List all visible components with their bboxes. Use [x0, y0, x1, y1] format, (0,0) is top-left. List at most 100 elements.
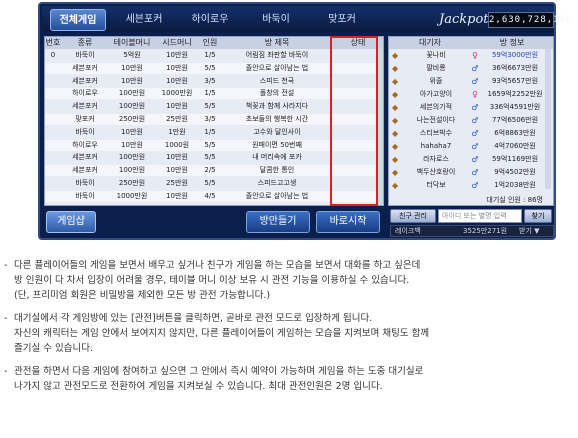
tab-baduki[interactable]: 바둑이: [248, 9, 304, 31]
column-header: 테이블머니: [113, 38, 151, 47]
room-table: 10만원: [121, 63, 143, 72]
tab-high-low[interactable]: 하이로우: [182, 9, 238, 31]
jackpot-label: Jackpot: [439, 12, 489, 27]
user-level-icon: ◆: [392, 77, 399, 86]
user-level-icon: ◆: [392, 90, 399, 99]
tab-all-games[interactable]: 전체게임: [50, 9, 106, 31]
make-room-button[interactable]: 방만들기: [246, 211, 310, 233]
room-people: 3/5: [204, 115, 216, 123]
user-nickname: 터닥보: [426, 181, 446, 189]
status-money: 3525만271원: [463, 227, 508, 235]
room-kind: 세븐포커: [72, 102, 98, 111]
list-item[interactable]: ◆ 터닥보 ♂ 1억2038만원: [389, 180, 553, 191]
list-item[interactable]: ◆ 백두산호랑이 ♂ 9억4502만원: [389, 167, 553, 178]
room-seed: 1000원: [164, 140, 190, 149]
user-level-icon: ◆: [392, 142, 399, 151]
user-nickname: 아가고양이: [419, 90, 453, 98]
room-people: 3/5: [204, 76, 216, 85]
room-title: 어림짐 좌판할 바둑이: [245, 51, 309, 59]
list-item[interactable]: ◆ 나는전설이다 ♂ 77억6506만원: [389, 115, 553, 126]
note-line: 나가지 않고 관전모드로 전환하여 게임을 지켜보실 수 있습니다. 최대 관전…: [14, 381, 383, 392]
room-kind: 하이로우: [72, 140, 98, 149]
receive-button[interactable]: 받기 ▼: [519, 226, 540, 236]
note-item: - 관전을 하면서 다음 게임에 참여하고 싶으면 그 안에서 즉시 예약이 가…: [4, 364, 576, 394]
room-kind: 하이로우: [72, 89, 98, 98]
friend-search-input[interactable]: 아이디 또는 별명 입력: [438, 209, 522, 223]
list-item[interactable]: ◆ 세븐의기적 ♂ 336억4591만원: [389, 102, 553, 113]
search-button[interactable]: 찾기: [524, 209, 552, 223]
list-item[interactable]: ◆ 아가고양이 ♀ 1659억2252만원: [389, 89, 553, 100]
user-money: 9억4502만원: [494, 168, 536, 176]
game-shop-button[interactable]: 게임샵: [46, 211, 96, 233]
room-table: 1000만원: [116, 191, 148, 200]
room-seed: 1000만원: [161, 89, 193, 98]
list-item[interactable]: ◆ 팔비룡 ♂ 36억6673만원: [389, 63, 553, 74]
note-line: (단, 프리미엄 회원은 비밀방을 제외한 모든 방 관전 가능합니다.): [14, 290, 271, 301]
room-table: 250만원: [118, 115, 146, 123]
list-item[interactable]: ◆ 위즐 ♂ 93억5657만원: [389, 76, 553, 87]
column-header: 인원: [202, 38, 218, 47]
note-line: 자신의 캐릭터는 게임 안에서 보여지지 않지만, 다른 플레이어들이 게임하는…: [14, 328, 430, 339]
list-item[interactable]: ◆ 라자로스 ♂ 59억1169만원: [389, 154, 553, 165]
tab-seven-poker[interactable]: 세븐포커: [116, 9, 172, 31]
list-item[interactable]: ◆ 꽃나비 ♀ 59억3000만원: [389, 50, 553, 61]
bullet-dash: -: [4, 366, 8, 377]
room-kind: 맞포커: [75, 115, 95, 123]
list-item[interactable]: ◆ hahaha7 ♂ 4억7060만원: [389, 141, 553, 152]
column-header: 방 정보: [499, 38, 525, 47]
note-item: - 다른 플레이어들의 게임을 보면서 배우고 싶거나 친구가 게임을 하는 모…: [4, 258, 576, 303]
room-kind: 바둑이: [75, 191, 95, 200]
room-kind: 세븐포커: [72, 63, 98, 72]
room-title: 졸안으로 살아남는 법: [245, 63, 309, 72]
room-title: 책꽂과 함께 사라지다: [245, 102, 309, 111]
user-money: 4억7060만원: [494, 142, 536, 150]
room-people: 1/5: [204, 127, 216, 136]
room-title: 고수와 달인사이: [253, 127, 301, 136]
waiting-list-scrollbar[interactable]: [545, 49, 551, 189]
room-table: 100만원: [118, 89, 146, 98]
user-money: 93억5657만원: [491, 77, 539, 85]
friend-manage-button[interactable]: 친구 관리: [390, 209, 436, 223]
room-seed: 1만원: [168, 127, 186, 136]
list-item[interactable]: ◆ 스티브박수 ♂ 6억8863만원: [389, 128, 553, 139]
user-level-icon: ◆: [392, 168, 399, 177]
female-icon: ♀: [472, 51, 478, 60]
male-icon: ♂: [471, 64, 479, 73]
room-kind: 세븐포커: [72, 153, 98, 162]
column-header: 방 제목: [264, 38, 290, 47]
room-title: 폴창의 전설: [259, 89, 295, 98]
quick-start-button[interactable]: 바로시작: [316, 211, 380, 233]
user-money: 1억2038만원: [494, 181, 536, 189]
room-people: 5/5: [204, 140, 216, 149]
room-people: 5/5: [204, 179, 216, 187]
note-line: 방 인원이 다 차서 입장이 어려울 경우, 테이블 머니 이상 보유 시 관전…: [14, 275, 410, 286]
note-line: 다른 플레이어들의 게임을 보면서 배우고 싶거나 친구가 게임을 하는 모습을…: [14, 260, 421, 271]
waiting-total: 대기실 인원 : 86명: [486, 196, 543, 204]
female-icon: ♀: [472, 90, 478, 99]
room-title: 초보들의 행복한 시간: [245, 115, 309, 123]
room-table: 10만원: [121, 76, 143, 85]
user-nickname: 꽃나비: [426, 51, 446, 59]
user-money: 36억6673만원: [491, 64, 539, 72]
room-kind: 바둑이: [75, 179, 95, 187]
user-money: 6억8863만원: [494, 129, 536, 137]
user-nickname: 세븐의기적: [419, 103, 453, 111]
user-nickname: 팔비룡: [426, 64, 446, 72]
note-line: 대기실에서 각 게임방에 있는 [관전]버튼을 클릭하면, 곧바로 관전 모드로…: [14, 313, 373, 324]
waiting-list-header: 대기자 방 정보: [389, 37, 553, 49]
user-nickname: hahaha7: [420, 142, 452, 150]
state-column-highlight: [330, 36, 378, 206]
column-header: 대기자: [418, 38, 442, 47]
user-nickname: 백두산호랑이: [416, 168, 456, 176]
room-seed: 10만원: [166, 102, 188, 111]
room-table: 100만원: [118, 166, 146, 175]
tab-mat-poker[interactable]: 맞포커: [314, 9, 370, 31]
user-level-icon: ◆: [392, 116, 399, 125]
game-lobby-window: 전체게임 세븐포커 하이로우 바둑이 맞포커 Jackpot 2,630,728…: [38, 2, 571, 240]
male-icon: ♂: [471, 181, 479, 190]
bullet-dash: -: [4, 260, 8, 271]
room-kind: 바둑이: [75, 51, 95, 59]
user-money: 59억1169만원: [491, 155, 539, 163]
male-icon: ♂: [471, 142, 479, 151]
room-table: 5억원: [123, 51, 141, 59]
